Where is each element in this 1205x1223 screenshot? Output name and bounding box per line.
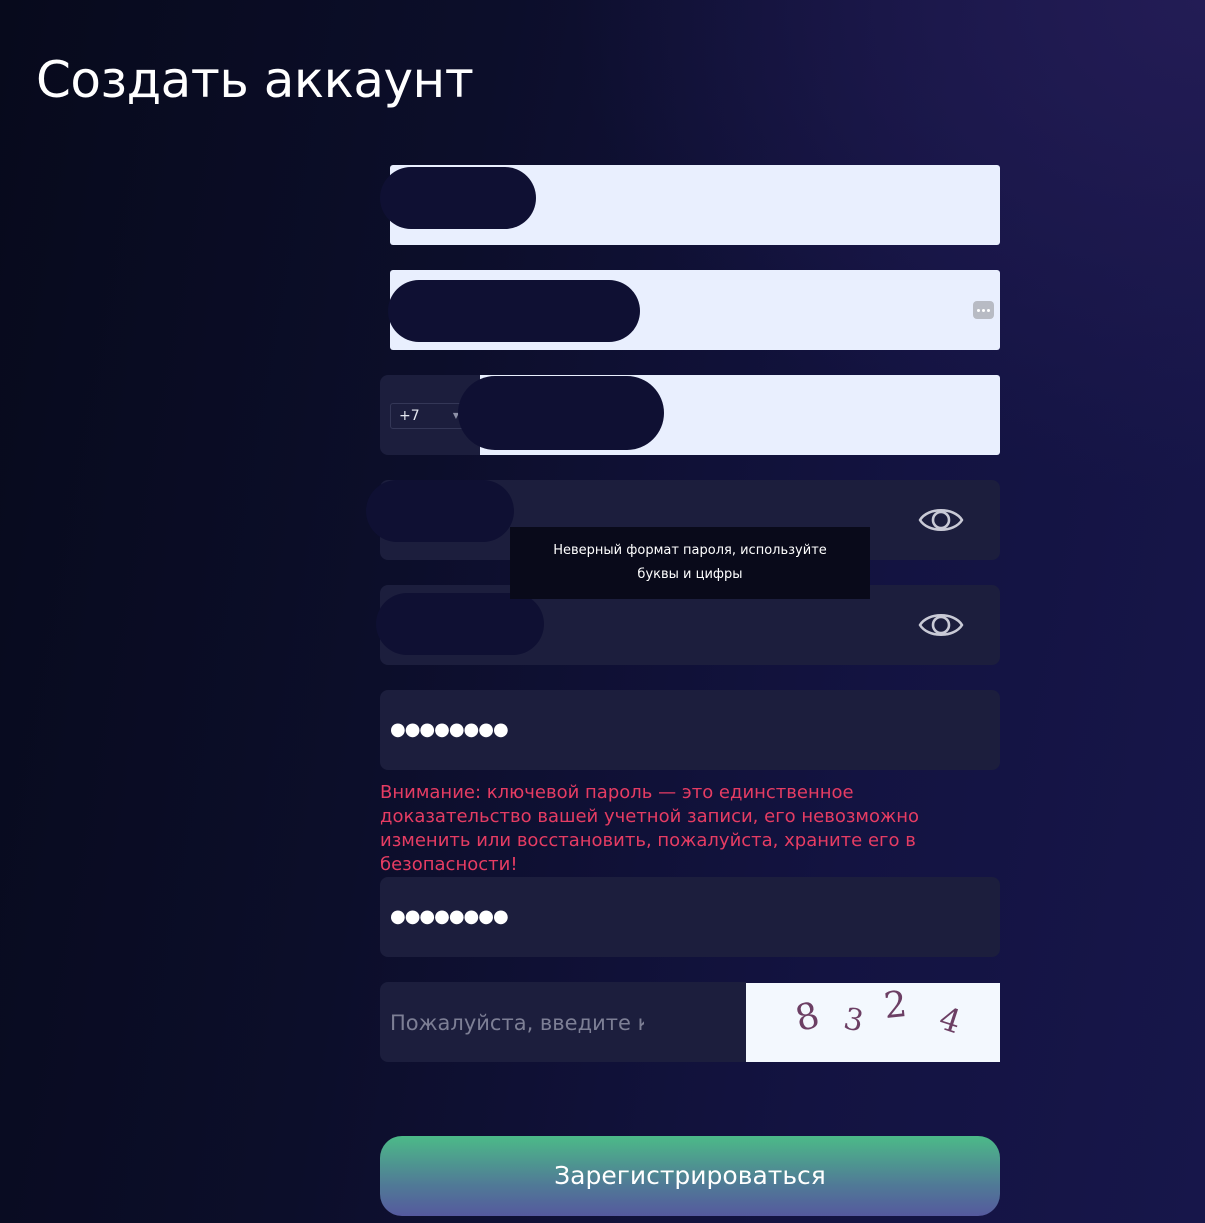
email-field[interactable] bbox=[388, 270, 1000, 350]
eye-icon[interactable] bbox=[918, 606, 964, 644]
captcha-digit: 3 bbox=[840, 1001, 867, 1040]
username-field[interactable] bbox=[380, 165, 1000, 245]
key-password-confirm-value: ●●●●●●●● bbox=[390, 906, 509, 927]
keyboard-icon[interactable] bbox=[973, 301, 994, 319]
redacted-value bbox=[376, 593, 544, 655]
country-code-select[interactable]: +7 ▼ bbox=[390, 403, 468, 429]
redacted-value bbox=[366, 480, 514, 542]
redacted-value bbox=[380, 167, 536, 229]
country-code-value: +7 bbox=[399, 408, 420, 424]
eye-icon[interactable] bbox=[918, 501, 964, 539]
captcha-digit: 8 bbox=[791, 994, 824, 1041]
redacted-value bbox=[388, 280, 640, 342]
key-password-warning: Внимание: ключевой пароль — это единстве… bbox=[380, 782, 920, 875]
captcha-digit: 2 bbox=[881, 983, 909, 1028]
key-password-value: ●●●●●●●● bbox=[390, 719, 509, 740]
captcha-image[interactable]: 8 3 2 4 bbox=[746, 983, 1000, 1062]
page-title: Создать аккаунт bbox=[36, 51, 474, 109]
captcha-placeholder: Пожалуйста, введите к bbox=[390, 1011, 644, 1035]
key-password-field[interactable]: ●●●●●●●● bbox=[380, 690, 1000, 770]
password-error-tooltip: Неверный формат пароля, используйте букв… bbox=[510, 527, 870, 599]
captcha-digit: 4 bbox=[934, 998, 966, 1042]
key-password-confirm-field[interactable]: ●●●●●●●● bbox=[380, 877, 1000, 957]
redacted-value bbox=[458, 376, 664, 450]
register-button[interactable]: Зарегистрироваться bbox=[380, 1136, 1000, 1216]
captcha-input[interactable]: Пожалуйста, введите к bbox=[380, 982, 746, 1062]
phone-field-group: +7 ▼ bbox=[380, 375, 1000, 455]
